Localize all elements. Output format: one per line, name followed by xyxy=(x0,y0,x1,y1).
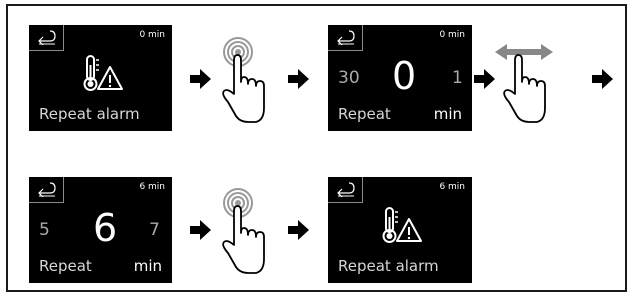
time-label: 0 min xyxy=(139,30,165,40)
screen-repeat-alarm: 0 min Repeat alarm xyxy=(29,25,172,131)
previous-value[interactable]: 5 xyxy=(39,220,50,240)
back-arrow-icon xyxy=(38,182,56,197)
caption-label: Repeat alarm xyxy=(39,105,140,123)
unit-label: min xyxy=(433,105,462,123)
time-label: 6 min xyxy=(439,182,465,192)
next-value[interactable]: 1 xyxy=(452,68,463,88)
back-arrow-icon xyxy=(337,30,355,45)
back-button[interactable] xyxy=(29,25,64,51)
caption-label: Repeat xyxy=(39,257,92,275)
current-value[interactable]: 6 xyxy=(93,206,117,250)
next-value[interactable]: 7 xyxy=(149,220,160,240)
back-arrow-icon xyxy=(38,30,56,45)
previous-value[interactable]: 30 xyxy=(338,68,360,88)
tap-gesture-icon xyxy=(222,37,265,123)
caption-label: Repeat xyxy=(338,105,391,123)
right-arrow-icon xyxy=(190,69,211,89)
back-arrow-icon xyxy=(337,182,355,197)
right-arrow-icon xyxy=(474,69,495,89)
caption-label: Repeat alarm xyxy=(338,257,439,275)
right-arrow-icon xyxy=(288,69,309,89)
temperature-alarm-icon xyxy=(83,55,123,91)
screen-repeat-alarm: 6 min Repeat alarm xyxy=(328,177,472,283)
back-button[interactable] xyxy=(328,25,363,51)
back-button[interactable] xyxy=(328,177,363,203)
screen-repeat-setting: 0 min 30 0 1 Repeat min xyxy=(328,25,472,131)
right-arrow-icon xyxy=(288,220,309,240)
swipe-gesture-icon xyxy=(495,44,553,123)
right-arrow-icon xyxy=(592,69,613,89)
temperature-alarm-icon xyxy=(382,207,422,243)
time-label: 6 min xyxy=(139,182,165,192)
current-value[interactable]: 0 xyxy=(392,54,416,98)
right-arrow-icon xyxy=(190,220,211,240)
time-label: 0 min xyxy=(439,30,465,40)
screen-repeat-setting: 6 min 5 6 7 Repeat min xyxy=(29,177,172,283)
unit-label: min xyxy=(133,257,162,275)
back-button[interactable] xyxy=(29,177,64,203)
tap-gesture-icon xyxy=(222,188,265,274)
